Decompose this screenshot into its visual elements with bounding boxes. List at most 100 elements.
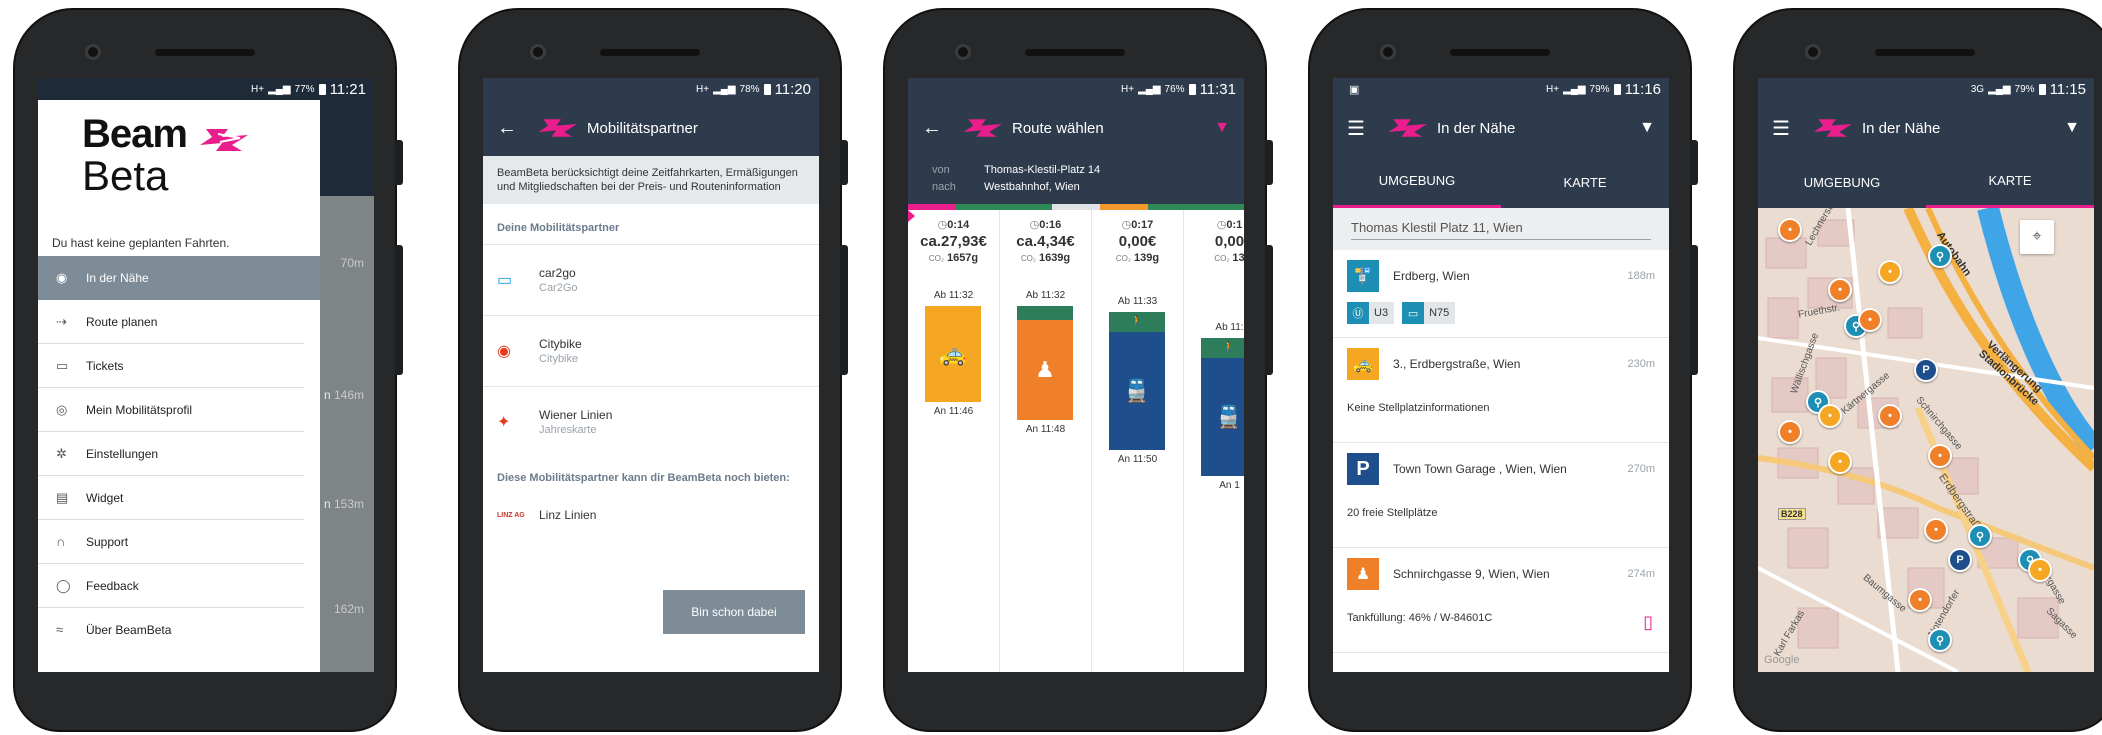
tab-bar: UMGEBUNG KARTE: [1333, 156, 1669, 208]
beam-logo-icon: [1813, 119, 1852, 137]
screen-map: 3G ▂▄▆ 79% 11:15 ☰ In der Nähe ▼ UMGEBUNG KART…: [1758, 78, 2094, 672]
route-price: ca.27,93€: [920, 233, 987, 250]
screen-route: H+ ▂▄▆ 76% 11:31 ← Route wählen ▼ von Thomas-K…: [908, 78, 1244, 672]
partner-item-linz[interactable]: LINZ AG Linz Linien: [483, 491, 819, 539]
co2-label: CO₂: [1020, 254, 1036, 263]
signal-icon: ▂▄▆: [1563, 83, 1586, 95]
partner-name: Wiener Linien: [539, 408, 613, 422]
drawer-item-1[interactable]: ⇢ Route planen: [38, 300, 304, 344]
citybike-icon: ◉: [497, 343, 511, 360]
route-co2: 139g: [1134, 252, 1160, 264]
map-pin-10[interactable]: •: [1778, 420, 1802, 444]
partner-sub: Citybike: [539, 353, 579, 365]
map-pin-16[interactable]: •: [1908, 588, 1932, 612]
map-pin-19[interactable]: ⚲: [1928, 628, 1952, 652]
net-type: H+: [1546, 83, 1560, 95]
filter-icon[interactable]: ▼: [1639, 119, 1655, 137]
map-pin-5[interactable]: •: [1858, 308, 1882, 332]
drawer-item-5[interactable]: ▤ Widget: [38, 476, 304, 520]
drawer-item-3[interactable]: ◎ Mein Mobilitätsprofil: [38, 388, 304, 432]
place-distance: 270m: [1627, 463, 1655, 475]
section-header: Diese Mobilitätspartner kann dir BeamBet…: [497, 472, 790, 484]
battery-icon: [763, 83, 771, 95]
clock: 11:15: [2049, 80, 2086, 98]
bg-text: n: [323, 497, 331, 511]
map-pin-7[interactable]: •: [1878, 404, 1902, 428]
tab-karte[interactable]: KARTE: [1926, 156, 2094, 208]
map-pin-9[interactable]: •: [1818, 404, 1842, 428]
route-co2: 1639g: [1038, 252, 1071, 264]
net-type: H+: [696, 83, 710, 95]
nearby-item-0[interactable]: 🚏 Erdberg, Wien 188m Ⓤ U3 ▭ N75: [1333, 250, 1669, 338]
nearby-item-2[interactable]: P Town Town Garage , Wien, Wien 270m 20 fre…: [1333, 443, 1669, 548]
carsharing-icon: ♟: [1347, 558, 1379, 590]
nearby-item-1[interactable]: 🚕 3., Erdbergstraße, Wien 230m Keine Stellp…: [1333, 338, 1669, 443]
brand-logo-beta: Beta: [82, 152, 169, 199]
to-label: nach: [932, 181, 956, 193]
drawer-item-6[interactable]: ∩ Support: [38, 520, 304, 564]
map-pin-3[interactable]: ⚲: [1928, 244, 1952, 268]
map-pin-2[interactable]: •: [1878, 260, 1902, 284]
back-arrow-icon[interactable]: ←: [922, 117, 944, 140]
signal-icon: ▂▄▆: [1138, 83, 1161, 95]
route-option-0[interactable]: ◷0:14 ca.27,93€ CO₂ 1657g Ab 11:32 🚕 An 11:46: [908, 210, 1000, 672]
map-pin-6[interactable]: P: [1914, 358, 1938, 382]
filter-icon[interactable]: ▼: [2064, 119, 2080, 137]
nearby-item-3[interactable]: ♟ Schnirchgasse 9, Wien, Wien 274m Tankfüll…: [1333, 548, 1669, 653]
arrival-time: An 11:50: [1117, 454, 1158, 465]
road-badge: B228: [1778, 508, 1806, 520]
map-pin-14[interactable]: P: [1948, 548, 1972, 572]
filter-icon[interactable]: ▼: [1214, 119, 1230, 137]
partner-item-1[interactable]: ◉ Citybike Citybike: [483, 315, 819, 386]
app-bar: ← Mobilitätspartner: [483, 100, 819, 156]
drawer-item-2[interactable]: ▭ Tickets: [38, 344, 304, 388]
battery-percent: 76%: [1164, 83, 1185, 95]
drawer-item-4[interactable]: ✲ Einstellungen: [38, 432, 304, 476]
co2-label: CO₂: [1214, 254, 1230, 263]
drawer-item-label: Mein Mobilitätsprofil: [86, 402, 193, 417]
widget-icon: ▤: [56, 489, 69, 505]
subway-icon: Ⓤ: [1347, 302, 1369, 324]
partner-name: car2go: [539, 266, 576, 280]
car2go-icon: ▭: [497, 272, 513, 289]
phone-icon[interactable]: ▯: [1643, 612, 1653, 633]
map-view[interactable]: ⌖ Lechnerstr. Fruethstr. Wällischgasse K…: [1758, 208, 2094, 672]
tab-karte[interactable]: KARTE: [1501, 156, 1669, 208]
clock-icon: ◷: [1216, 219, 1227, 231]
drawer-item-8[interactable]: ≈ Über BeamBeta: [38, 608, 304, 652]
tab-umgebung[interactable]: UMGEBUNG: [1333, 156, 1501, 208]
join-button[interactable]: Bin schon dabei: [663, 590, 805, 634]
taxi-icon: 🚕: [1347, 348, 1379, 380]
map-pin-11[interactable]: •: [1928, 444, 1952, 468]
from-value[interactable]: Thomas-Klestil-Platz 14: [984, 164, 1100, 176]
tab-umgebung[interactable]: UMGEBUNG: [1758, 156, 1926, 208]
my-location-icon[interactable]: ⌖: [2020, 220, 2054, 254]
map-pin-1[interactable]: •: [1828, 278, 1852, 302]
map-pin-13[interactable]: •: [1924, 518, 1948, 542]
route-option-1[interactable]: ◷0:16 ca.4,34€ CO₂ 1639g Ab 11:32 ♟ An 11:48: [1000, 210, 1092, 672]
phone-3: H+ ▂▄▆ 76% 11:31 ← Route wählen ▼ von Thomas-K…: [885, 10, 1273, 730]
beam-logo-icon: [200, 129, 248, 151]
menu-icon[interactable]: ☰: [1347, 116, 1369, 141]
map-pin-12[interactable]: •: [1828, 450, 1852, 474]
departure-time: Ab 11:: [1215, 322, 1244, 333]
map-pin-0[interactable]: •: [1778, 218, 1802, 242]
line-badge: U3: [1374, 307, 1389, 319]
route-option-3[interactable]: 🚶 ◷0:1 0,00 CO₂ 13 Ab 11: 🚆 An 1: [1184, 210, 1244, 672]
drawer-item-7[interactable]: ◯ Feedback: [38, 564, 304, 608]
partner-item-0[interactable]: ▭ car2go Car2Go: [483, 244, 819, 315]
partner-item-2[interactable]: ✦ Wiener Linien Jahreskarte: [483, 386, 819, 457]
route-option-2[interactable]: 🚶 ◷0:17 0,00€ CO₂ 139g Ab 11:33 🚆 An 11:50: [1092, 210, 1184, 672]
drawer-item-0[interactable]: ◉ In der Nähe: [38, 256, 320, 300]
route-duration: 0:17: [1131, 219, 1154, 231]
back-arrow-icon[interactable]: ←: [497, 117, 519, 140]
route-duration: 0:14: [947, 219, 970, 231]
map-pin-18[interactable]: •: [2028, 558, 2052, 582]
menu-icon[interactable]: ☰: [1772, 116, 1794, 141]
speaker: [155, 49, 255, 56]
status-bar: ▣ H+ ▂▄▆ 79% 11:16: [1333, 78, 1669, 100]
clock-icon: ◷: [937, 219, 948, 231]
search-input[interactable]: Thomas Klestil Platz 11, Wien: [1351, 220, 1651, 240]
to-value[interactable]: Westbahnhof, Wien: [984, 181, 1080, 193]
map-pin-15[interactable]: ⚲: [1968, 524, 1992, 548]
